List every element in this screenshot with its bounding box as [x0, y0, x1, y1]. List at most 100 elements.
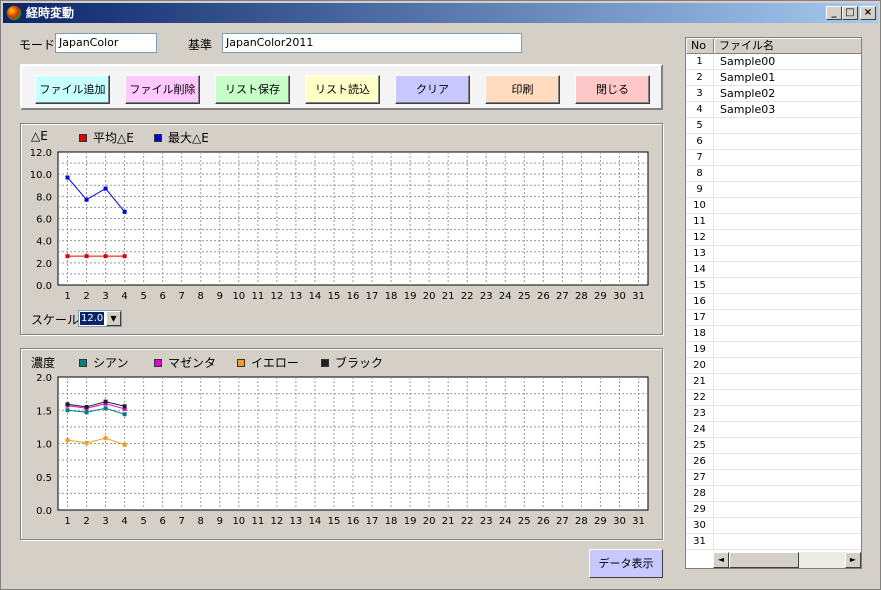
list-item[interactable]: 12 — [686, 230, 861, 246]
x-tick-label: 17 — [366, 291, 379, 302]
row-number: 12 — [686, 230, 714, 246]
x-tick-label: 3 — [102, 516, 108, 527]
list-item[interactable]: 5 — [686, 118, 861, 134]
data-point — [103, 406, 108, 411]
maximize-button[interactable]: □ — [842, 6, 858, 20]
list-item[interactable]: 25 — [686, 438, 861, 454]
close-button[interactable]: × — [860, 6, 876, 20]
column-filename[interactable]: ファイル名 — [714, 38, 861, 54]
x-tick-label: 7 — [179, 291, 185, 302]
scroll-thumb[interactable] — [729, 552, 799, 568]
row-number: 15 — [686, 278, 714, 294]
x-tick-label: 26 — [537, 516, 550, 527]
list-item[interactable]: 22 — [686, 390, 861, 406]
save-list-button[interactable]: リスト保存 — [215, 75, 290, 104]
list-item[interactable]: 26 — [686, 454, 861, 470]
scale-select[interactable]: 12.0 ▼ — [78, 310, 122, 327]
row-number: 7 — [686, 150, 714, 166]
print-button[interactable]: 印刷 — [485, 75, 560, 104]
x-tick-label: 20 — [423, 291, 436, 302]
x-tick-label: 11 — [251, 516, 264, 527]
list-item[interactable]: 24 — [686, 422, 861, 438]
list-item[interactable]: 31 — [686, 534, 861, 550]
data-point — [65, 402, 70, 407]
column-no[interactable]: No — [686, 38, 714, 54]
list-item[interactable]: 13 — [686, 246, 861, 262]
list-item[interactable]: 4 Sample03 — [686, 102, 861, 118]
file-list[interactable]: No ファイル名 1 Sample00 2 Sample01 3 Sample02 4 Sam… — [685, 37, 862, 569]
y-tick-label: 0.0 — [36, 281, 52, 292]
y-tick-label: 6.0 — [36, 215, 52, 226]
standard-field[interactable]: JapanColor2011 — [222, 33, 522, 53]
y-tick-label: 1.0 — [36, 440, 52, 451]
list-item[interactable]: 11 — [686, 214, 861, 230]
list-item[interactable]: 9 — [686, 182, 861, 198]
list-item[interactable]: 15 — [686, 278, 861, 294]
list-item[interactable]: 10 — [686, 198, 861, 214]
row-number: 23 — [686, 406, 714, 422]
data-point — [65, 438, 70, 443]
list-item[interactable]: 19 — [686, 342, 861, 358]
x-tick-label: 4 — [121, 516, 127, 527]
list-item[interactable]: 14 — [686, 262, 861, 278]
row-number: 18 — [686, 326, 714, 342]
mode-field[interactable]: JapanColor — [55, 33, 157, 53]
row-number: 8 — [686, 166, 714, 182]
data-point — [84, 440, 89, 445]
x-tick-label: 10 — [232, 516, 245, 527]
x-tick-label: 22 — [461, 516, 474, 527]
x-tick-label: 10 — [232, 291, 245, 302]
add-file-button[interactable]: ファイル追加 — [35, 75, 110, 104]
row-number: 2 — [686, 70, 714, 86]
list-item[interactable]: 28 — [686, 486, 861, 502]
list-item[interactable]: 1 Sample00 — [686, 54, 861, 70]
list-item[interactable]: 7 — [686, 150, 861, 166]
x-tick-label: 27 — [556, 516, 569, 527]
list-item[interactable]: 21 — [686, 374, 861, 390]
density-panel: 濃度 シアン マゼンタ イエロー ブラック 0.0 0.5 1.0 1.5 2.0 1 2 3… — [20, 348, 663, 540]
x-tick-label: 25 — [518, 291, 531, 302]
list-item[interactable]: 8 — [686, 166, 861, 182]
scale-label: スケール — [31, 313, 80, 327]
x-tick-label: 27 — [556, 291, 569, 302]
row-number: 9 — [686, 182, 714, 198]
list-item[interactable]: 20 — [686, 358, 861, 374]
close-dialog-button[interactable]: 閉じる — [575, 75, 650, 104]
row-number: 16 — [686, 294, 714, 310]
data-point — [84, 404, 89, 409]
title-bar: 経時変動 _ □ × — [3, 3, 878, 23]
list-item[interactable]: 17 — [686, 310, 861, 326]
delete-file-button[interactable]: ファイル削除 — [125, 75, 200, 104]
file-list-hscroll[interactable]: ◄ ► — [713, 552, 861, 568]
list-item[interactable]: 27 — [686, 470, 861, 486]
list-item[interactable]: 2 Sample01 — [686, 70, 861, 86]
x-tick-label: 29 — [594, 516, 607, 527]
x-tick-label: 1 — [64, 516, 70, 527]
density-chart: 0.00.51.01.52.01 2 3 4 5 6 7 8 9 10 11 12 13 14 15 16 17… — [36, 373, 649, 527]
list-item[interactable]: 6 — [686, 134, 861, 150]
x-tick-label: 8 — [198, 516, 204, 527]
x-tick-label: 31 — [632, 291, 645, 302]
toolbar-panel: ファイル追加 ファイル削除 リスト保存 リスト読込 クリア 印刷 閉じる — [20, 64, 663, 110]
list-item[interactable]: 16 — [686, 294, 861, 310]
x-tick-label: 16 — [347, 516, 360, 527]
list-item[interactable]: 29 — [686, 502, 861, 518]
show-data-button[interactable]: データ表示 — [589, 549, 663, 578]
row-number: 13 — [686, 246, 714, 262]
x-tick-label: 21 — [442, 516, 455, 527]
minimize-button[interactable]: _ — [826, 6, 842, 20]
x-tick-label: 28 — [575, 516, 588, 527]
scroll-left-icon[interactable]: ◄ — [713, 552, 729, 568]
list-item[interactable]: 23 — [686, 406, 861, 422]
list-item[interactable]: 3 Sample02 — [686, 86, 861, 102]
x-tick-label: 30 — [613, 291, 626, 302]
x-tick-label: 9 — [217, 516, 223, 527]
scroll-right-icon[interactable]: ► — [845, 552, 861, 568]
chevron-down-icon[interactable]: ▼ — [106, 311, 121, 326]
clear-button[interactable]: クリア — [395, 75, 470, 104]
load-list-button[interactable]: リスト読込 — [305, 75, 380, 104]
list-item[interactable]: 30 — [686, 518, 861, 534]
list-item[interactable]: 18 — [686, 326, 861, 342]
x-tick-label: 9 — [217, 291, 223, 302]
x-tick-label: 2 — [83, 516, 89, 527]
